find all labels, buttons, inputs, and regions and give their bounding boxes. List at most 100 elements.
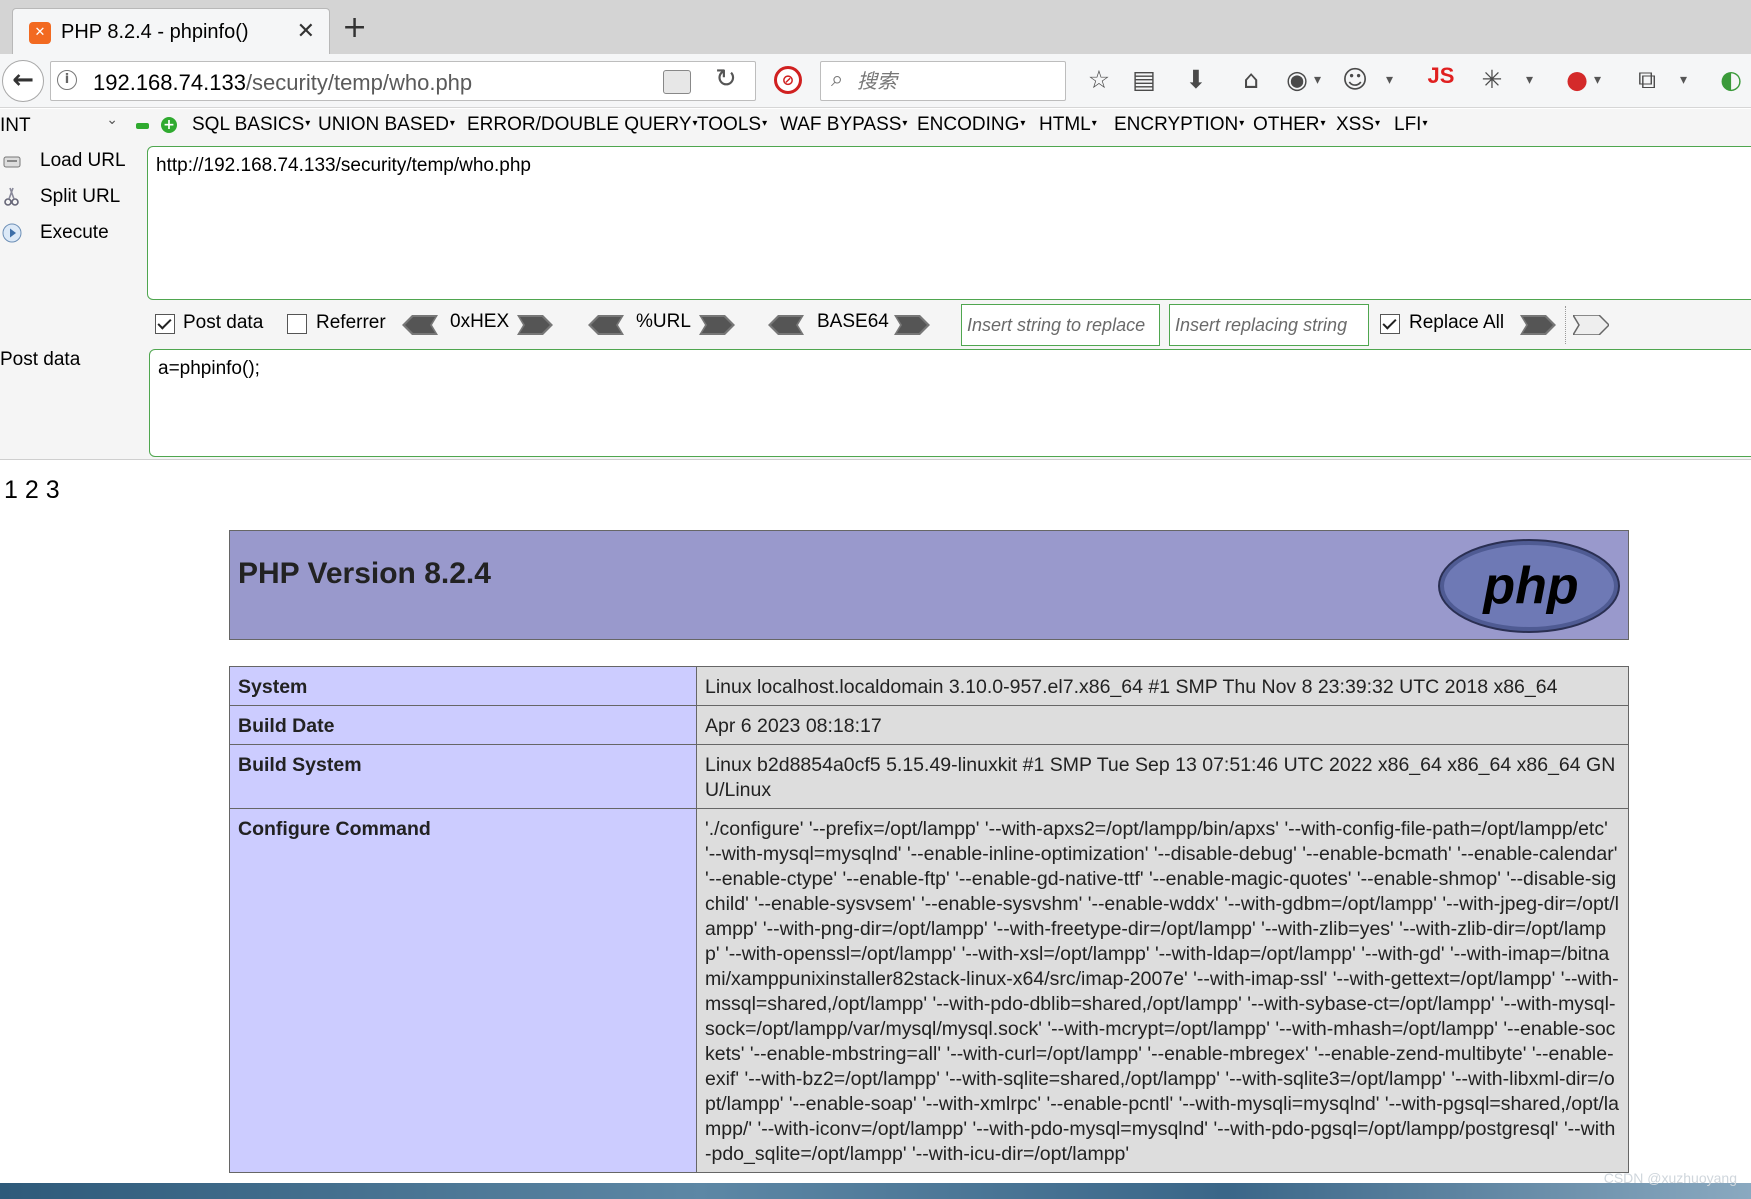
screenshot-icon[interactable]: ⧉ — [1630, 63, 1664, 97]
base64-decode-arrow-icon[interactable] — [768, 315, 804, 335]
site-info-icon[interactable]: i — [57, 70, 77, 90]
chevron-down-icon[interactable]: ▾ — [1314, 65, 1321, 95]
decrease-icon[interactable] — [136, 123, 149, 129]
execute-button[interactable]: Execute — [0, 219, 140, 249]
menu-lfi[interactable]: LFI▾ — [1394, 114, 1427, 136]
replace-string-input[interactable] — [961, 304, 1160, 346]
chevron-down-icon[interactable]: ▾ — [1594, 65, 1601, 95]
php-logo-text: php — [1481, 557, 1578, 615]
execute-label: Execute — [40, 222, 109, 243]
post-data-section-label: Post data — [0, 349, 81, 370]
search-input[interactable] — [857, 66, 1057, 96]
referrer-label: Referrer — [316, 312, 386, 333]
search-bar[interactable]: ⌕ — [820, 61, 1066, 101]
menu-error-double-query[interactable]: ERROR/DOUBLE QUERY▾ — [467, 114, 698, 136]
hex-encode-arrow-icon[interactable] — [517, 315, 553, 335]
js-switch-icon[interactable]: JS — [1423, 63, 1459, 97]
extension-globe-icon[interactable]: ◐ — [1714, 63, 1748, 97]
menu-sql-basics[interactable]: SQL BASICS▾ — [192, 114, 310, 136]
url-host: 192.168.74.133 — [93, 70, 246, 95]
bookmark-star-icon[interactable]: ☆ — [1082, 63, 1116, 97]
row-key: Configure Command — [229, 808, 697, 1173]
url-textarea[interactable]: http://192.168.74.133/security/temp/who.… — [147, 146, 1751, 300]
reload-icon[interactable]: ↻ — [715, 64, 737, 94]
url-path: /security/temp/who.php — [245, 70, 473, 95]
php-version-title: PHP Version 8.2.4 — [238, 557, 491, 590]
search-icon: ⌕ — [831, 67, 844, 92]
referrer-checkbox[interactable] — [287, 314, 307, 334]
download-icon[interactable]: ⬇ — [1179, 63, 1213, 97]
row-value: './configure' '--prefix=/opt/lampp' '--w… — [696, 808, 1629, 1173]
post-data-checkbox[interactable] — [155, 314, 175, 334]
xampp-favicon-icon: ✕ — [29, 22, 51, 44]
replacing-string-input[interactable] — [1169, 304, 1369, 346]
increase-icon[interactable]: + — [161, 117, 177, 133]
menu-encoding[interactable]: ENCODING▾ — [917, 114, 1025, 136]
menu-xss[interactable]: XSS▾ — [1336, 114, 1380, 136]
new-tab-button[interactable]: + — [342, 13, 367, 43]
chevron-down-icon[interactable]: ▾ — [1386, 65, 1393, 95]
replace-arrow-icon[interactable] — [1520, 315, 1556, 335]
php-logo-icon: php — [1438, 539, 1620, 633]
watermark: CSDN @xuzhuoyang — [1603, 1170, 1737, 1186]
play-icon — [2, 223, 22, 243]
navigation-toolbar: ← i 192.168.74.133/security/temp/who.php… — [0, 54, 1751, 108]
php-version-header: PHP Version 8.2.4 php — [229, 530, 1629, 640]
replace-next-arrow-icon[interactable] — [1573, 315, 1609, 335]
table-row: Configure Command './configure' '--prefi… — [229, 808, 1629, 1173]
hackbar-menu-bar: INT ⌄ + SQL BASICS▾ UNION BASED▾ ERROR/D… — [0, 109, 1751, 144]
scissors-icon — [4, 187, 19, 206]
url-text[interactable]: 192.168.74.133/security/temp/who.php — [93, 70, 472, 96]
url-enc-label: %URL — [636, 311, 691, 332]
tab-close-icon[interactable]: ✕ — [297, 19, 315, 44]
menu-waf-bypass[interactable]: WAF BYPASS▾ — [780, 114, 907, 136]
url-decode-arrow-icon[interactable] — [588, 315, 624, 335]
replace-all-checkbox[interactable] — [1380, 314, 1400, 334]
menu-other[interactable]: OTHER▾ — [1253, 114, 1326, 136]
url-encode-arrow-icon[interactable] — [699, 315, 735, 335]
red-extension-icon[interactable]: ● — [1562, 63, 1592, 97]
split-url-label: Split URL — [40, 186, 121, 207]
hackbar-panel: Load URL Split URL Execute http://192.16… — [0, 144, 1751, 460]
table-row: Build System Linux b2d8854a0cf5 5.15.49-… — [229, 744, 1629, 809]
page-output-text: 1 2 3 — [4, 476, 60, 504]
table-row: System Linux localhost.localdomain 3.10.… — [229, 666, 1629, 706]
sync-globe-icon[interactable]: ◉ — [1282, 63, 1312, 97]
split-url-button[interactable]: Split URL — [0, 183, 140, 213]
int-type-select[interactable]: INT ⌄ — [0, 112, 124, 140]
base64-encode-arrow-icon[interactable] — [894, 315, 930, 335]
phpinfo-table: System Linux localhost.localdomain 3.10.… — [229, 666, 1629, 1173]
menu-encryption[interactable]: ENCRYPTION▾ — [1114, 114, 1244, 136]
tab-title: PHP 8.2.4 - phpinfo() — [61, 21, 249, 43]
menu-html[interactable]: HTML▾ — [1039, 114, 1097, 136]
int-select-value: INT — [0, 115, 31, 136]
divider — [1565, 306, 1566, 344]
back-arrow-icon[interactable]: ← — [2, 60, 44, 102]
bug-icon[interactable]: ✳ — [1475, 63, 1509, 97]
base64-label: BASE64 — [817, 311, 889, 332]
desktop-taskbar — [0, 1183, 1751, 1199]
chevron-down-icon[interactable]: ▾ — [1680, 65, 1687, 95]
chevron-down-icon: ⌄ — [106, 112, 118, 128]
table-row: Build Date Apr 6 2023 08:18:17 — [229, 705, 1629, 745]
home-icon[interactable]: ⌂ — [1234, 63, 1268, 97]
row-value: Linux localhost.localdomain 3.10.0-957.e… — [696, 666, 1629, 706]
reading-list-icon[interactable]: ▤ — [1127, 63, 1161, 97]
palette-icon[interactable]: ☺ — [1338, 63, 1372, 97]
browser-tab[interactable]: ✕ PHP 8.2.4 - phpinfo() ✕ — [12, 8, 330, 54]
hex-decode-arrow-icon[interactable] — [402, 315, 438, 335]
chevron-down-icon[interactable]: ▾ — [1526, 65, 1533, 95]
post-data-textarea[interactable]: a=phpinfo(); — [149, 349, 1751, 457]
menu-tools[interactable]: TOOLS▾ — [697, 114, 767, 136]
load-url-label: Load URL — [40, 150, 126, 171]
load-url-button[interactable]: Load URL — [0, 147, 140, 177]
url-bar[interactable]: i 192.168.74.133/security/temp/who.php ↻ — [50, 61, 756, 101]
page-tools-icon[interactable] — [663, 70, 691, 94]
post-data-label: Post data — [183, 312, 264, 333]
tab-strip: ✕ PHP 8.2.4 - phpinfo() ✕ + — [0, 0, 1751, 54]
hex-label: 0xHEX — [450, 311, 510, 332]
adblock-icon[interactable]: ⊘ — [774, 66, 802, 94]
row-key: System — [229, 666, 697, 706]
menu-union-based[interactable]: UNION BASED▾ — [318, 114, 455, 136]
row-value: Apr 6 2023 08:18:17 — [696, 705, 1629, 745]
